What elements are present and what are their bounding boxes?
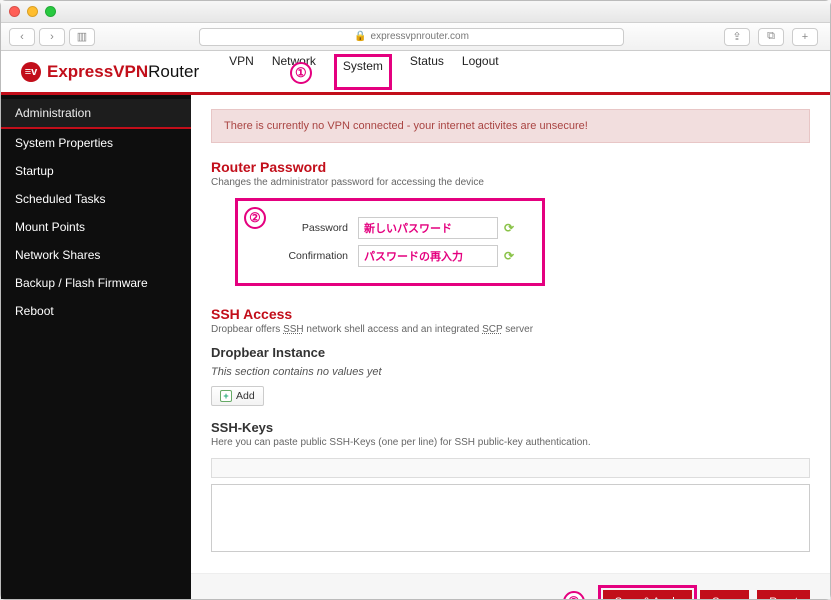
- browser-toolbar: ‹ › ▥ 🔒 expressvpnrouter.com ⇪ ⧉ +: [1, 23, 830, 51]
- callout-three: ③: [563, 591, 585, 599]
- close-icon[interactable]: [9, 6, 20, 17]
- body-row: Administration System Properties Startup…: [1, 95, 830, 599]
- main-panel: There is currently no VPN connected - yo…: [191, 95, 830, 599]
- logo-text-suffix: Router: [148, 62, 199, 82]
- router-password-title: Router Password: [211, 159, 810, 175]
- sidebar-item-backup-firmware[interactable]: Backup / Flash Firmware: [1, 269, 191, 297]
- sidebar-item-scheduled-tasks[interactable]: Scheduled Tasks: [1, 185, 191, 213]
- lock-icon: 🔒: [354, 31, 366, 42]
- callout-two: ②: [244, 207, 266, 229]
- ssh-keys-textarea[interactable]: [211, 484, 810, 552]
- top-nav: ≡v ExpressVPN Router VPN Network ① Syste…: [1, 51, 830, 95]
- dropbear-empty-text: This section contains no values yet: [211, 366, 810, 378]
- url-text: expressvpnrouter.com: [371, 31, 469, 42]
- alert-banner: There is currently no VPN connected - yo…: [211, 109, 810, 143]
- ssh-abbr: SSH: [283, 324, 304, 335]
- save-button[interactable]: Save: [700, 590, 749, 599]
- sidebar: Administration System Properties Startup…: [1, 95, 191, 599]
- reset-button[interactable]: Reset: [757, 590, 810, 599]
- nav-item-system[interactable]: System: [334, 54, 392, 90]
- sidebar-item-startup[interactable]: Startup: [1, 157, 191, 185]
- password-row: Password ⟳: [278, 217, 528, 239]
- confirmation-label: Confirmation: [278, 250, 348, 262]
- ssh-desc-mid: network shell access and an integrated: [304, 324, 482, 335]
- minimize-icon[interactable]: [27, 6, 38, 17]
- refresh-icon[interactable]: ⟳: [504, 221, 514, 235]
- nav-item-vpn[interactable]: VPN: [229, 54, 254, 90]
- confirmation-input[interactable]: [358, 245, 498, 267]
- sidebar-toggle-button[interactable]: ▥: [69, 28, 95, 46]
- password-label: Password: [278, 222, 348, 234]
- save-apply-button[interactable]: Save & Apply: [603, 590, 692, 599]
- password-form-block: ② Password ⟳ Confirmation ⟳: [235, 198, 545, 286]
- dropbear-instance-title: Dropbear Instance: [211, 345, 810, 360]
- add-button-label: Add: [236, 390, 255, 402]
- refresh-icon[interactable]: ⟳: [504, 249, 514, 263]
- ssh-keys-title: SSH-Keys: [211, 420, 810, 435]
- tabs-button[interactable]: ⧉: [758, 28, 784, 46]
- callout-one: ①: [290, 62, 312, 84]
- logo-badge-icon: ≡v: [21, 62, 41, 82]
- sidebar-item-administration[interactable]: Administration: [1, 99, 191, 129]
- sidebar-item-network-shares[interactable]: Network Shares: [1, 241, 191, 269]
- back-button[interactable]: ‹: [9, 28, 35, 46]
- share-button[interactable]: ⇪: [724, 28, 750, 46]
- sidebar-item-mount-points[interactable]: Mount Points: [1, 213, 191, 241]
- ssh-keys-desc: Here you can paste public SSH-Keys (one …: [211, 437, 810, 448]
- ssh-access-title: SSH Access: [211, 306, 810, 322]
- nav-item-network[interactable]: Network ①: [272, 54, 316, 90]
- ssh-desc-pre: Dropbear offers: [211, 324, 283, 335]
- add-icon: +: [220, 390, 232, 402]
- footer-actions: ③ Save & Apply Save Reset: [191, 573, 830, 599]
- scp-abbr: SCP: [482, 324, 502, 335]
- ssh-access-desc: Dropbear offers SSH network shell access…: [211, 324, 810, 335]
- router-password-desc: Changes the administrator password for a…: [211, 177, 810, 188]
- address-bar[interactable]: 🔒 expressvpnrouter.com: [199, 28, 624, 46]
- confirmation-row: Confirmation ⟳: [278, 245, 528, 267]
- logo-text-brand: ExpressVPN: [47, 62, 148, 82]
- add-button[interactable]: + Add: [211, 386, 264, 406]
- forward-button[interactable]: ›: [39, 28, 65, 46]
- ssh-keys-input[interactable]: [211, 458, 810, 478]
- page-content: ≡v ExpressVPN Router VPN Network ① Syste…: [1, 51, 830, 599]
- nav-items: VPN Network ① System Status Logout: [229, 54, 498, 90]
- nav-item-status[interactable]: Status: [410, 54, 444, 90]
- sidebar-item-reboot[interactable]: Reboot: [1, 297, 191, 325]
- ssh-desc-post: server: [502, 324, 533, 335]
- window-titlebar: [1, 1, 830, 23]
- browser-window: ‹ › ▥ 🔒 expressvpnrouter.com ⇪ ⧉ + ≡v Ex…: [0, 0, 831, 600]
- logo[interactable]: ≡v ExpressVPN Router: [21, 62, 199, 82]
- nav-item-logout[interactable]: Logout: [462, 54, 499, 90]
- sidebar-item-system-properties[interactable]: System Properties: [1, 129, 191, 157]
- new-tab-button[interactable]: +: [792, 28, 818, 46]
- fullscreen-icon[interactable]: [45, 6, 56, 17]
- password-input[interactable]: [358, 217, 498, 239]
